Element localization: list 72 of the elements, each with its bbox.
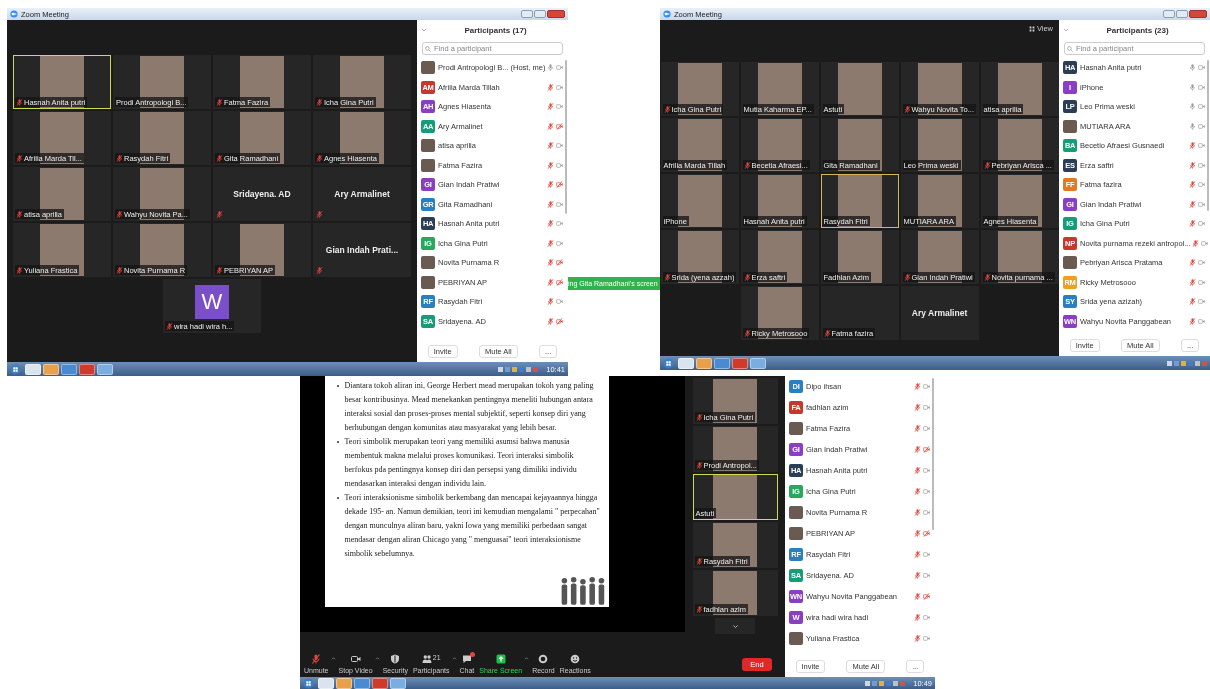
slide-text: Diantara tokoh aliran ini, George Herbert mead merupakan tokoh yang paling besar kontribusinya. Mead menekankan pentingnya meneliti hubungan antara interaksi sosial dan proses-proses mental subjektif, seperti konsep diri yang berhubungan dengan komunitas atau masyarakat yang lebih besar. — [344, 380, 595, 434]
grid-icon — [1028, 25, 1035, 32]
taskbar-app-icon[interactable] — [732, 357, 748, 369]
caret-icon[interactable] — [374, 656, 380, 661]
taskbar-app-icon[interactable] — [97, 363, 113, 375]
photo-placeholder — [421, 61, 435, 75]
taskbar-app-icon[interactable] — [678, 357, 694, 369]
taskbar-app-icon[interactable] — [354, 677, 370, 689]
maximize-button[interactable] — [534, 10, 546, 18]
panel-title: Participants (17) — [463, 25, 528, 35]
photo-placeholder — [40, 168, 84, 220]
shield-icon — [390, 654, 401, 664]
panel-title: Participants (23) — [1105, 25, 1170, 35]
smiley-icon — [570, 654, 581, 664]
participant-name: Ary Armalinet — [911, 308, 968, 318]
chevron-down-icon[interactable] — [1063, 27, 1069, 33]
taskbar-app-icon[interactable] — [714, 357, 730, 369]
scrollbar[interactable] — [1207, 60, 1209, 211]
scrollbar[interactable] — [932, 378, 934, 531]
photo-placeholder — [789, 422, 803, 435]
taskbar-app-icon[interactable] — [25, 363, 41, 375]
taskbar-app-icon[interactable] — [61, 363, 77, 375]
taskbar-app-icon[interactable] — [43, 363, 59, 375]
taskbar-app-icon[interactable] — [750, 357, 766, 369]
photo-placeholder — [789, 506, 803, 519]
close-button[interactable] — [1189, 10, 1207, 18]
photo-placeholder — [421, 275, 435, 289]
slide-text: Teori interaksionisme simbolik berkembang dan mencapai kejayaannya hingga dekade 195- an. Namun demikian, teori ini kemudian mengalami " perpecahan" dengan munculnya aliran baru, yakni Iowa yang memiliki perbedaan sangat mendasar dengan aliran Chicago yang " menguasai" teori interaksionisme simbolik sebelumnya. — [344, 492, 601, 560]
photo-placeholder — [1063, 256, 1077, 270]
caret-icon[interactable] — [330, 656, 336, 661]
participant-name: Ary Armalinet — [334, 189, 390, 199]
start-button[interactable] — [303, 677, 314, 689]
taskbar-app-icon[interactable] — [696, 357, 712, 369]
muted-mic-icon — [311, 654, 322, 664]
search-icon — [425, 45, 431, 52]
taskbar-app-icon[interactable] — [79, 363, 95, 375]
avatar: W — [195, 285, 229, 319]
photo-placeholder — [421, 139, 435, 153]
video-icon — [350, 654, 361, 664]
caret-icon[interactable] — [524, 656, 530, 661]
chevron-down-icon — [731, 622, 739, 630]
taskbar-app-icon[interactable] — [336, 677, 352, 689]
scrollbar[interactable] — [565, 60, 567, 214]
taskbar-app-icon[interactable] — [318, 677, 334, 689]
photo-placeholder — [1063, 119, 1077, 133]
participant-name: Gian Indah Prati... — [325, 245, 399, 255]
start-button[interactable] — [10, 363, 21, 375]
caret-icon[interactable] — [451, 656, 457, 661]
photo-placeholder — [713, 475, 757, 519]
app-logo-icon — [663, 10, 671, 18]
slide-text: Teori simbolik merupakan teori yang memiliki asumsi bahwa manusia membentuk makna melalui proses komunikasi. Teori interaksi simbolik berfokus pda pentingnya konsep diri dan persepsi yang dimiliki individu mendasarkan interaksi dengan individu lain. — [344, 436, 578, 490]
share-screen-icon — [495, 654, 506, 664]
search-icon — [1067, 45, 1073, 52]
record-icon — [538, 654, 549, 664]
notification-badge — [469, 652, 475, 657]
photo-placeholder — [340, 56, 384, 108]
photo-placeholder — [789, 632, 803, 645]
photo-placeholder — [421, 158, 435, 172]
taskbar-app-icon[interactable] — [390, 677, 406, 689]
photo-placeholder — [421, 256, 435, 270]
participant-name: Sridayena. AD — [233, 189, 291, 199]
chat-icon — [461, 654, 472, 664]
people-icon — [421, 654, 432, 664]
close-button[interactable] — [547, 10, 565, 18]
minimize-button[interactable] — [1163, 10, 1175, 18]
start-button[interactable] — [663, 357, 674, 369]
minimize-button[interactable] — [521, 10, 533, 18]
app-logo-icon — [10, 10, 18, 18]
maximize-button[interactable] — [1176, 10, 1188, 18]
taskbar-app-icon[interactable] — [372, 677, 388, 689]
photo-placeholder — [789, 527, 803, 540]
chevron-down-icon[interactable] — [421, 27, 427, 33]
